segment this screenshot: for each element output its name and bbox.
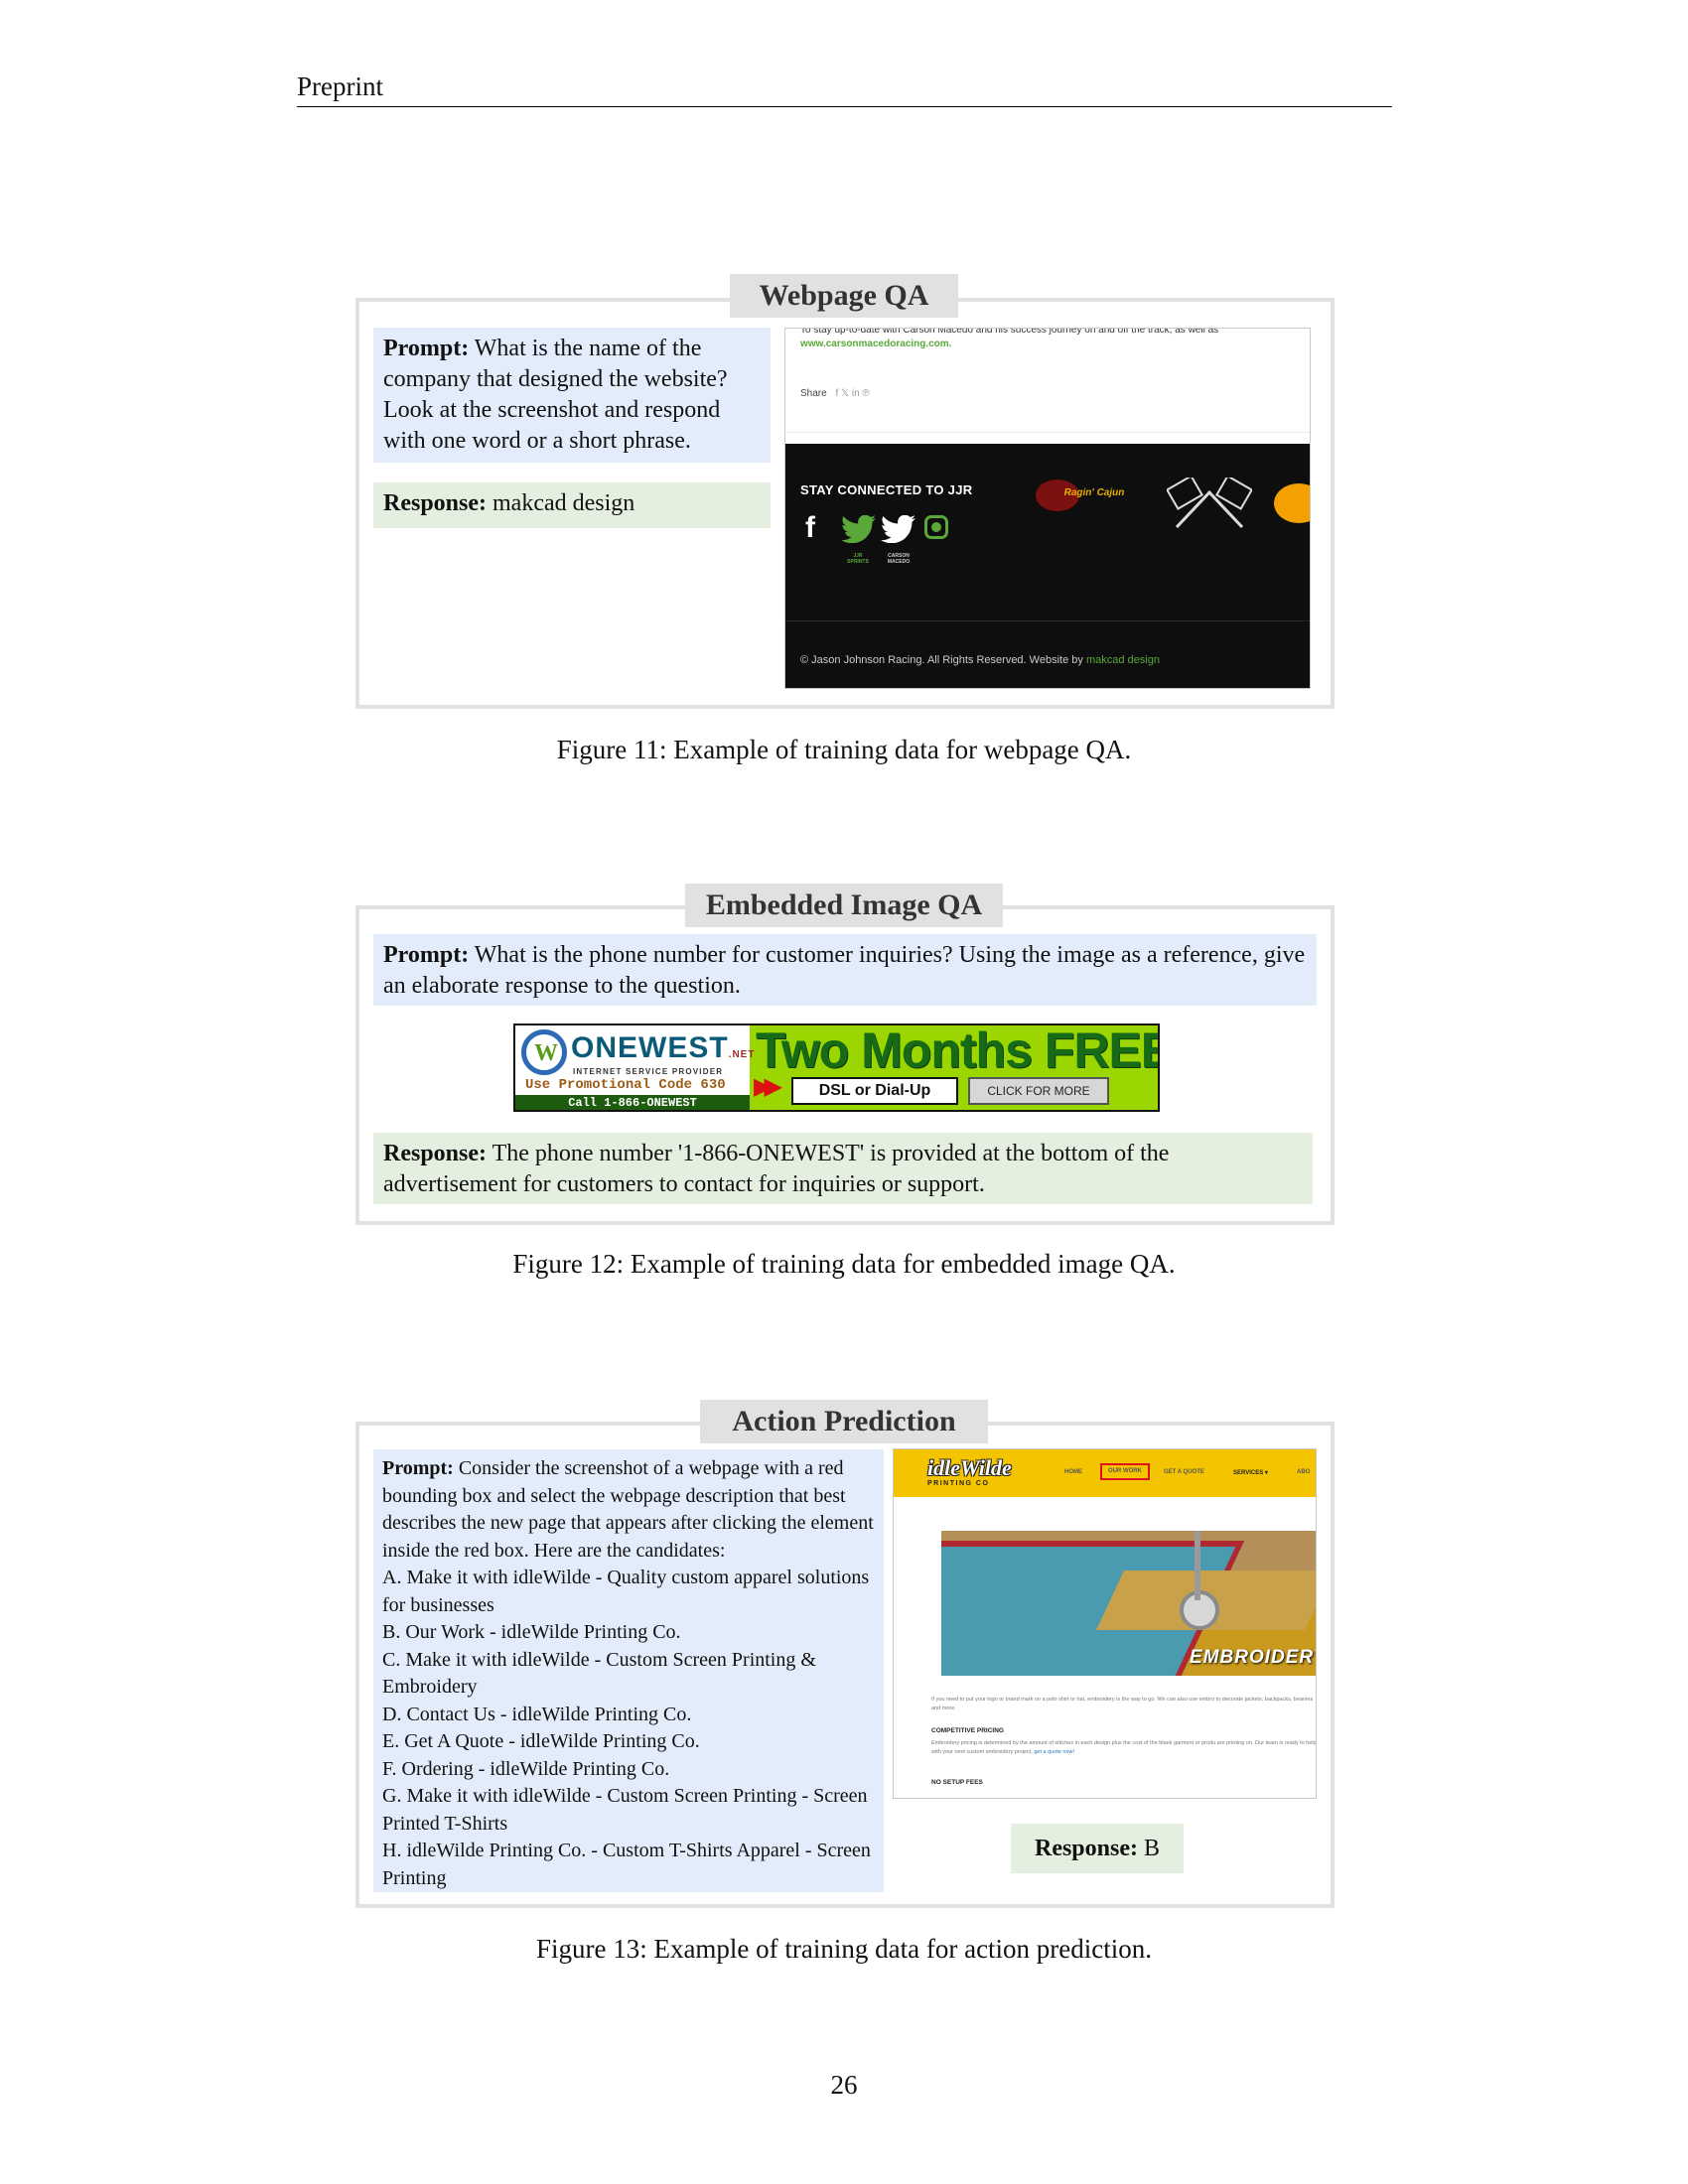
checkered-flags-logo (1167, 478, 1252, 529)
nav-get-a-quote[interactable]: GET A QUOTE (1164, 1469, 1204, 1475)
body-text-pricing: Embroidery pricing is determined by the … (931, 1740, 1317, 1755)
social-label-jjr: JJR SPRINTS (847, 553, 869, 565)
footer-divider (785, 620, 1310, 621)
carson-link[interactable]: www.carsonmacedoracing.com. (800, 339, 951, 349)
stay-connected-heading: STAY CONNECTED TO JJR (800, 482, 973, 497)
embroidery-hero-image: EMBROIDERY (941, 1531, 1316, 1676)
candidate-option: H. idleWilde Printing Co. - Custom T-Shi… (382, 1840, 871, 1889)
action-prediction-response: Response: B (1011, 1824, 1184, 1873)
idlewilde-webpage-screenshot: idleWilde PRINTING CO HOME OUR WORK GET … (893, 1448, 1317, 1799)
candidate-option: A. Make it with idleWilde - Quality cust… (382, 1567, 870, 1616)
page-number: 26 (830, 2070, 858, 2100)
dsl-dialup-field[interactable]: DSL or Dial-Up (791, 1077, 958, 1105)
twitter-icon-white[interactable] (881, 515, 916, 543)
footer-text: © Jason Johnson Racing. All Rights Reser… (800, 654, 1083, 666)
screenshot-top-text: To stay up-to-date with Carson Macedo an… (800, 328, 1219, 336)
heading-competitive-pricing: COMPETITIVE PRICING (931, 1727, 1004, 1734)
nav-home[interactable]: HOME (1064, 1469, 1082, 1475)
instagram-icon[interactable] (924, 515, 948, 539)
idlewilde-logo-sub: PRINTING CO (927, 1480, 990, 1487)
jjr-webpage-screenshot: To stay up-to-date with Carson Macedo an… (784, 328, 1311, 689)
onewest-brand: ONEWEST.NET (571, 1031, 756, 1064)
nav-services[interactable]: SERVICES ▾ (1233, 1469, 1268, 1476)
candidate-option: E. Get A Quote - idleWilde Printing Co. (382, 1730, 700, 1752)
prompt-label: Prompt: (383, 336, 470, 361)
figure-11-caption: Figure 11: Example of training data for … (556, 735, 1132, 764)
share-label: Share (800, 388, 827, 399)
banner-headline: Two Months FREE! (756, 1024, 1160, 1078)
banner-promo: Use Promotional Code 630 (525, 1077, 726, 1093)
banner-call: Call 1-866-ONEWEST (515, 1095, 750, 1110)
header-rule (297, 106, 1392, 107)
response-text: The phone number '1-866-ONEWEST' is prov… (383, 1141, 1170, 1197)
response-label: Response: (1034, 1836, 1138, 1861)
response-text: B (1144, 1836, 1161, 1861)
facebook-icon[interactable]: f (805, 511, 815, 545)
action-prediction-prompt: Prompt: Consider the screenshot of a web… (373, 1449, 884, 1892)
response-label: Response: (383, 490, 488, 516)
banner-tagline: INTERNET SERVICE PROVIDER (573, 1067, 724, 1076)
candidate-option: D. Contact Us - idleWilde Printing Co. (382, 1703, 692, 1725)
candidate-option: G. Make it with idleWilde - Custom Scree… (382, 1785, 868, 1835)
get-a-quote-link[interactable]: get a quote now! (1034, 1749, 1074, 1755)
response-label: Response: (383, 1141, 488, 1166)
candidate-option: B. Our Work - idleWilde Printing Co. (382, 1621, 681, 1643)
onewest-ad-banner[interactable]: W ONEWEST.NET INTERNET SERVICE PROVIDER … (513, 1024, 1160, 1112)
hero-label: EMBROIDERY (1190, 1647, 1316, 1668)
webpage-qa-prompt: Prompt: What is the name of the company … (373, 328, 771, 463)
embedded-image-qa-title: Embedded Image QA (685, 884, 1003, 927)
heading-no-setup-fees: NO SETUP FEES (931, 1779, 983, 1786)
onewest-logo-icon: W (521, 1029, 567, 1075)
social-label-carson: CARSON MACEDO (887, 553, 911, 565)
click-for-more-button[interactable]: CLICK FOR MORE (968, 1077, 1109, 1105)
footer-copyright: © Jason Johnson Racing. All Rights Reser… (800, 654, 1160, 666)
prompt-intro: Consider the screenshot of a webpage wit… (382, 1457, 874, 1562)
body-text: If you need to put your logo or brand ma… (931, 1697, 1314, 1711)
candidate-option: F. Ordering - idleWilde Printing Co. (382, 1757, 670, 1780)
nav-our-work-red-box[interactable]: OUR WORK (1100, 1463, 1150, 1480)
action-prediction-title: Action Prediction (700, 1400, 988, 1443)
running-header: Preprint (297, 71, 383, 101)
webpage-qa-response: Response: makcad design (373, 482, 771, 528)
prompt-label: Prompt: (383, 942, 470, 968)
prompt-text: What is the phone number for customer in… (383, 942, 1306, 999)
idlewilde-logo[interactable]: idleWilde (927, 1455, 1012, 1481)
nav-about[interactable]: ABO (1297, 1469, 1310, 1475)
embedded-qa-response: Response: The phone number '1-866-ONEWES… (373, 1133, 1313, 1204)
divider (785, 432, 1310, 433)
embedded-qa-prompt: Prompt: What is the phone number for cus… (373, 934, 1317, 1006)
ragin-cajun-logo: Ragin' Cajun (1063, 487, 1125, 498)
share-icons[interactable]: f 𝕏 in ℗ (835, 388, 869, 399)
figure-12-caption: Figure 12: Example of training data for … (512, 1249, 1176, 1279)
figure-13-caption: Figure 13: Example of training data for … (535, 1934, 1153, 1964)
candidate-option: C. Make it with idleWilde - Custom Scree… (382, 1648, 816, 1699)
prompt-label: Prompt: (382, 1457, 454, 1479)
webpage-qa-title: Webpage QA (730, 274, 958, 318)
response-text: makcad design (492, 490, 635, 516)
makcad-design-link[interactable]: makcad design (1086, 654, 1160, 666)
partial-sponsor-logo (1274, 483, 1310, 523)
twitter-icon-green[interactable] (841, 515, 877, 543)
